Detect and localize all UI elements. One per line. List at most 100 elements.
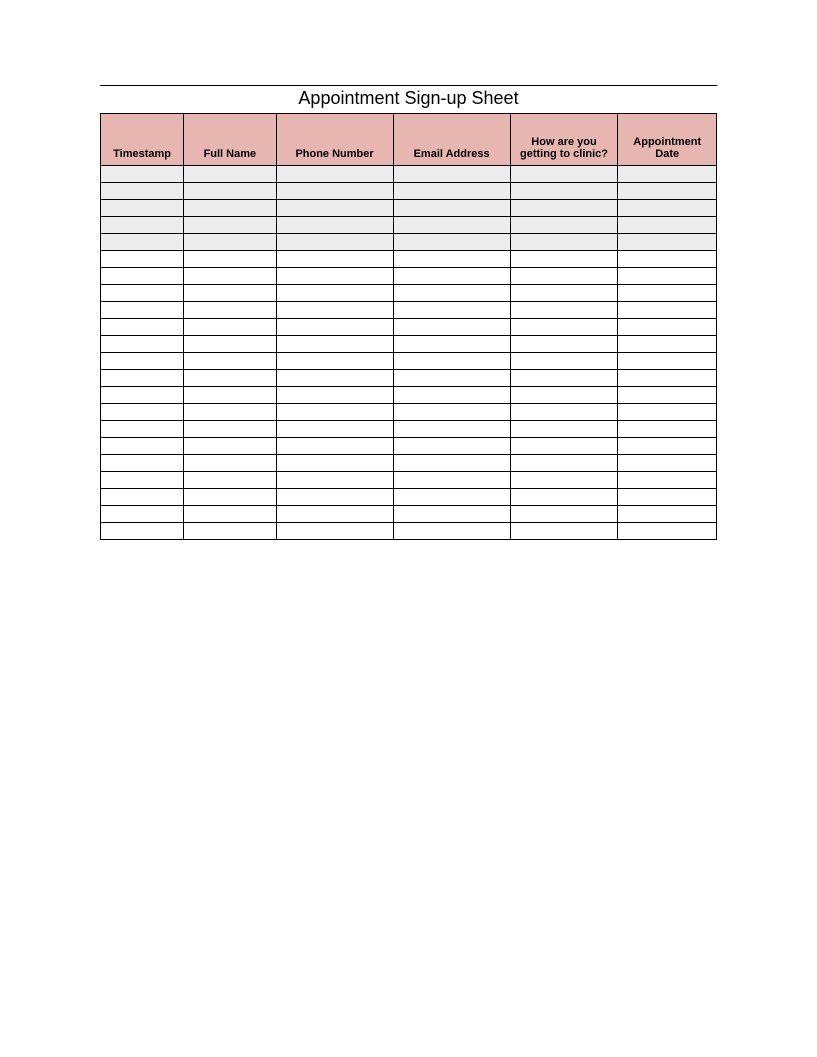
- table-cell[interactable]: [184, 234, 276, 251]
- table-cell[interactable]: [393, 336, 510, 353]
- table-cell[interactable]: [101, 183, 184, 200]
- table-cell[interactable]: [276, 217, 393, 234]
- table-cell[interactable]: [618, 387, 717, 404]
- table-cell[interactable]: [618, 438, 717, 455]
- table-cell[interactable]: [184, 455, 276, 472]
- table-cell[interactable]: [393, 234, 510, 251]
- table-cell[interactable]: [184, 387, 276, 404]
- table-cell[interactable]: [618, 183, 717, 200]
- table-cell[interactable]: [510, 217, 618, 234]
- table-cell[interactable]: [276, 336, 393, 353]
- table-cell[interactable]: [276, 353, 393, 370]
- table-cell[interactable]: [510, 438, 618, 455]
- table-cell[interactable]: [276, 268, 393, 285]
- table-cell[interactable]: [184, 506, 276, 523]
- table-cell[interactable]: [393, 404, 510, 421]
- table-cell[interactable]: [184, 438, 276, 455]
- table-cell[interactable]: [276, 387, 393, 404]
- table-cell[interactable]: [276, 523, 393, 540]
- table-cell[interactable]: [510, 387, 618, 404]
- table-cell[interactable]: [510, 370, 618, 387]
- table-cell[interactable]: [510, 421, 618, 438]
- table-cell[interactable]: [618, 336, 717, 353]
- table-cell[interactable]: [276, 234, 393, 251]
- table-cell[interactable]: [276, 506, 393, 523]
- table-cell[interactable]: [101, 438, 184, 455]
- table-cell[interactable]: [184, 489, 276, 506]
- table-cell[interactable]: [510, 336, 618, 353]
- table-cell[interactable]: [101, 285, 184, 302]
- table-cell[interactable]: [618, 217, 717, 234]
- table-cell[interactable]: [618, 472, 717, 489]
- table-cell[interactable]: [393, 421, 510, 438]
- table-cell[interactable]: [393, 353, 510, 370]
- table-cell[interactable]: [276, 455, 393, 472]
- table-cell[interactable]: [184, 319, 276, 336]
- table-cell[interactable]: [276, 302, 393, 319]
- table-cell[interactable]: [618, 200, 717, 217]
- table-cell[interactable]: [184, 166, 276, 183]
- table-cell[interactable]: [184, 353, 276, 370]
- table-cell[interactable]: [184, 472, 276, 489]
- table-cell[interactable]: [618, 302, 717, 319]
- table-cell[interactable]: [276, 370, 393, 387]
- table-cell[interactable]: [618, 319, 717, 336]
- table-cell[interactable]: [510, 404, 618, 421]
- table-cell[interactable]: [393, 319, 510, 336]
- table-cell[interactable]: [101, 455, 184, 472]
- table-cell[interactable]: [184, 421, 276, 438]
- table-cell[interactable]: [393, 438, 510, 455]
- table-cell[interactable]: [510, 251, 618, 268]
- table-cell[interactable]: [393, 506, 510, 523]
- table-cell[interactable]: [101, 472, 184, 489]
- table-cell[interactable]: [618, 523, 717, 540]
- table-cell[interactable]: [101, 217, 184, 234]
- table-cell[interactable]: [618, 370, 717, 387]
- table-cell[interactable]: [184, 302, 276, 319]
- table-cell[interactable]: [510, 353, 618, 370]
- table-cell[interactable]: [276, 489, 393, 506]
- table-cell[interactable]: [510, 455, 618, 472]
- table-cell[interactable]: [101, 506, 184, 523]
- table-cell[interactable]: [510, 234, 618, 251]
- table-cell[interactable]: [276, 251, 393, 268]
- table-cell[interactable]: [393, 455, 510, 472]
- table-cell[interactable]: [276, 472, 393, 489]
- table-cell[interactable]: [101, 404, 184, 421]
- table-cell[interactable]: [393, 472, 510, 489]
- table-cell[interactable]: [510, 268, 618, 285]
- table-cell[interactable]: [101, 523, 184, 540]
- table-cell[interactable]: [101, 234, 184, 251]
- table-cell[interactable]: [276, 438, 393, 455]
- table-cell[interactable]: [618, 455, 717, 472]
- table-cell[interactable]: [393, 268, 510, 285]
- table-cell[interactable]: [101, 489, 184, 506]
- table-cell[interactable]: [276, 183, 393, 200]
- table-cell[interactable]: [393, 166, 510, 183]
- table-cell[interactable]: [393, 523, 510, 540]
- table-cell[interactable]: [184, 404, 276, 421]
- table-cell[interactable]: [101, 302, 184, 319]
- table-cell[interactable]: [510, 285, 618, 302]
- table-cell[interactable]: [393, 251, 510, 268]
- table-cell[interactable]: [276, 285, 393, 302]
- table-cell[interactable]: [276, 421, 393, 438]
- table-cell[interactable]: [618, 421, 717, 438]
- table-cell[interactable]: [184, 370, 276, 387]
- table-cell[interactable]: [618, 251, 717, 268]
- table-cell[interactable]: [510, 200, 618, 217]
- table-cell[interactable]: [184, 268, 276, 285]
- table-cell[interactable]: [618, 234, 717, 251]
- table-cell[interactable]: [393, 387, 510, 404]
- table-cell[interactable]: [276, 166, 393, 183]
- table-cell[interactable]: [101, 421, 184, 438]
- table-cell[interactable]: [393, 302, 510, 319]
- table-cell[interactable]: [101, 251, 184, 268]
- table-cell[interactable]: [184, 336, 276, 353]
- table-cell[interactable]: [618, 166, 717, 183]
- table-cell[interactable]: [101, 353, 184, 370]
- table-cell[interactable]: [101, 336, 184, 353]
- table-cell[interactable]: [618, 353, 717, 370]
- table-cell[interactable]: [101, 166, 184, 183]
- table-cell[interactable]: [510, 489, 618, 506]
